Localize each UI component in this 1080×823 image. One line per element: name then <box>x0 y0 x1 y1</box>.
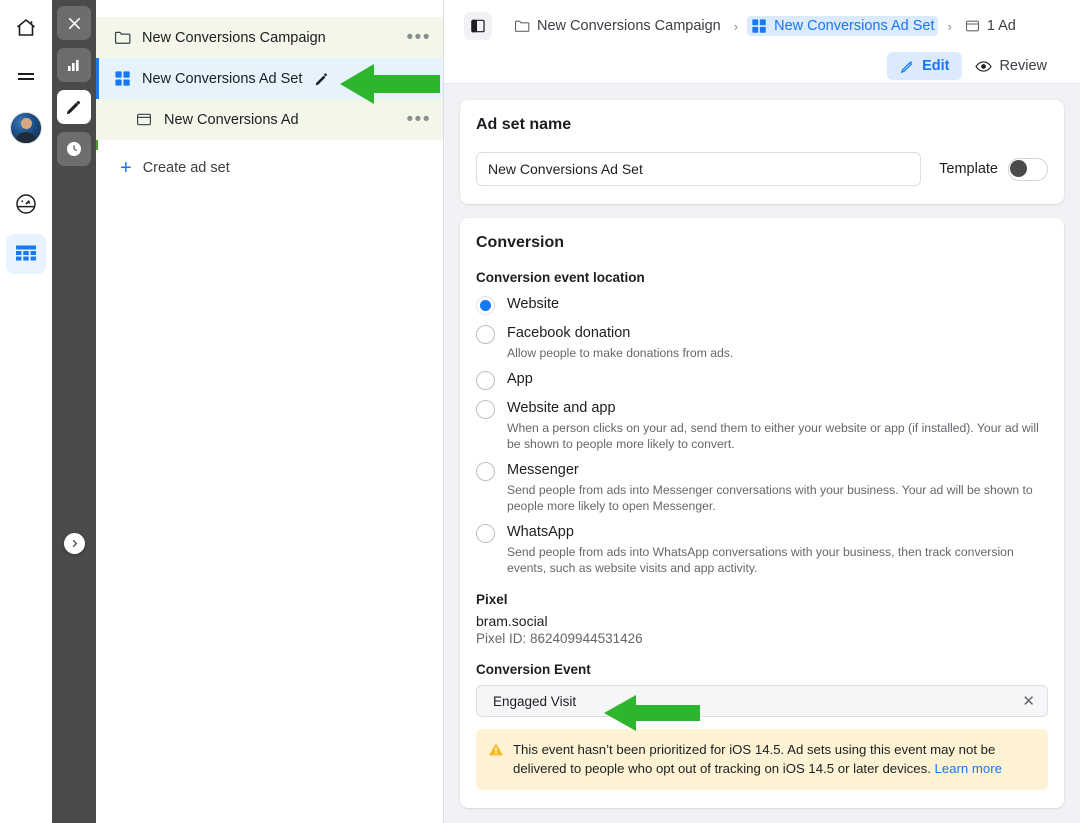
radio-option-messenger[interactable]: Messenger Send people from ads into Mess… <box>476 461 1048 514</box>
tree-label-ad: New Conversions Ad <box>164 111 299 128</box>
close-icon[interactable]: ✕ <box>1022 694 1035 709</box>
folder-icon <box>112 30 132 45</box>
learn-more-link[interactable]: Learn more <box>935 761 1002 776</box>
app-root: New Conversions Campaign ••• New Convers… <box>0 0 1080 823</box>
dashboard-icon[interactable] <box>6 184 46 224</box>
campaign-tree-panel: New Conversions Campaign ••• New Convers… <box>96 0 444 823</box>
pencil-icon[interactable] <box>57 90 91 124</box>
menu-icon[interactable] <box>6 58 46 98</box>
template-label: Template <box>939 161 998 177</box>
expand-panel-button[interactable] <box>64 533 85 554</box>
warning-text: This event hasn’t been prioritized for i… <box>513 742 996 776</box>
radio-label: Website and app <box>507 400 616 416</box>
plus-icon: + <box>120 157 132 179</box>
pencil-icon <box>900 60 913 73</box>
clock-icon[interactable] <box>57 132 91 166</box>
tree-row-ad[interactable]: New Conversions Ad ••• <box>96 99 443 140</box>
grid-table-icon[interactable] <box>6 234 46 274</box>
template-toggle-group: Template <box>939 157 1048 181</box>
review-button[interactable]: Review <box>962 52 1060 80</box>
pixel-id: Pixel ID: 862409944531426 <box>476 631 643 646</box>
breadcrumb-label-adset: New Conversions Ad Set <box>774 18 935 34</box>
breadcrumb: New Conversions Campaign › New Conversio… <box>464 0 1060 48</box>
settings-scroll-area[interactable]: Ad set name Template Conversion Conversi… <box>444 84 1080 823</box>
radio-button[interactable] <box>476 400 495 419</box>
conversion-event-field[interactable]: Engaged Visit ✕ <box>476 685 1048 717</box>
conversion-event-label: Conversion Event <box>476 662 591 677</box>
folder-icon <box>514 19 530 33</box>
tree-row-adset[interactable]: New Conversions Ad Set <box>96 58 443 99</box>
radio-label: Messenger <box>507 462 579 478</box>
radio-label: Facebook donation <box>507 325 631 341</box>
tree-row-campaign[interactable]: New Conversions Campaign ••• <box>96 17 443 58</box>
eye-icon <box>975 60 993 72</box>
radio-label: App <box>507 371 533 387</box>
radio-option-facebook-donation[interactable]: Facebook donation Allow people to make d… <box>476 324 1048 361</box>
radio-option-whatsapp[interactable]: WhatsApp Send people from ads into Whats… <box>476 523 1048 576</box>
breadcrumb-separator-2: › <box>947 18 952 34</box>
toggle-knob <box>1010 159 1027 177</box>
radio-button[interactable] <box>476 371 495 390</box>
top-bar: New Conversions Campaign › New Conversio… <box>444 0 1080 84</box>
breadcrumb-label-ads: 1 Ad <box>986 18 1016 34</box>
breadcrumb-label-campaign: New Conversions Campaign <box>537 18 721 34</box>
radio-label: Website <box>507 296 560 312</box>
breadcrumb-item-ads[interactable]: 1 Ad <box>961 16 1020 36</box>
radio-description: When a person clicks on your ad, send th… <box>507 421 1039 451</box>
template-toggle[interactable] <box>1008 157 1048 181</box>
home-icon[interactable] <box>6 8 46 48</box>
ad-card-icon <box>134 112 154 127</box>
radio-label: WhatsApp <box>507 524 574 540</box>
dark-tool-rail <box>52 0 96 823</box>
radio-option-website-and-app[interactable]: Website and app When a person clicks on … <box>476 399 1048 452</box>
pixel-block: Pixel bram.social Pixel ID: 862409944531… <box>476 592 1048 646</box>
tree-label-adset: New Conversions Ad Set <box>142 70 303 87</box>
avatar[interactable] <box>6 108 46 148</box>
warning-triangle-icon <box>488 743 504 756</box>
ad-row-menu-icon[interactable]: ••• <box>407 110 431 129</box>
tree-label-campaign: New Conversions Campaign <box>142 29 326 46</box>
radio-button[interactable] <box>476 325 495 344</box>
edit-label: Edit <box>922 58 950 74</box>
radio-description: Allow people to make donations from ads. <box>507 346 734 360</box>
breadcrumb-separator: › <box>733 18 739 34</box>
close-icon[interactable] <box>57 6 91 40</box>
conversion-event-value: Engaged Visit <box>493 693 577 709</box>
panel-toggle-icon[interactable] <box>464 12 492 40</box>
grid-four-icon <box>112 70 132 87</box>
ad-card-icon <box>965 19 980 33</box>
ad-set-name-card: Ad set name Template <box>460 100 1064 204</box>
ad-set-name-input[interactable] <box>476 152 922 186</box>
bar-chart-icon[interactable] <box>57 48 91 82</box>
review-label: Review <box>999 58 1047 74</box>
warning-text-block: This event hasn’t been prioritized for i… <box>513 740 1034 778</box>
conversion-event-location-label: Conversion event location <box>476 270 645 285</box>
ios-warning-banner: This event hasn’t been prioritized for i… <box>476 729 1048 790</box>
radio-button[interactable] <box>476 524 495 543</box>
radio-option-website[interactable]: Website <box>476 295 1048 315</box>
grid-four-icon <box>751 18 767 34</box>
breadcrumb-item-campaign[interactable]: New Conversions Campaign <box>510 16 725 36</box>
conversion-card: Conversion Conversion event location Web… <box>460 218 1064 808</box>
pixel-name: bram.social <box>476 613 548 629</box>
breadcrumb-item-adset[interactable]: New Conversions Ad Set <box>747 16 939 36</box>
edit-button[interactable]: Edit <box>887 52 963 80</box>
radio-option-app[interactable]: App <box>476 370 1048 390</box>
ad-set-name-title: Ad set name <box>476 116 572 133</box>
action-buttons: Edit Review <box>464 48 1060 84</box>
create-ad-set-button[interactable]: + Create ad set <box>96 158 443 178</box>
radio-description: Send people from ads into Messenger conv… <box>507 483 1033 513</box>
radio-button[interactable] <box>476 296 495 315</box>
left-icon-rail <box>0 0 52 823</box>
radio-button[interactable] <box>476 462 495 481</box>
main-content: New Conversions Campaign › New Conversio… <box>444 0 1080 823</box>
conversion-title: Conversion <box>476 234 565 251</box>
create-ad-set-label: Create ad set <box>142 160 230 176</box>
rename-adset-pencil-icon[interactable] <box>314 71 330 87</box>
pixel-label: Pixel <box>476 592 508 607</box>
radio-description: Send people from ads into WhatsApp conve… <box>507 545 1014 575</box>
campaign-row-menu-icon[interactable]: ••• <box>407 28 431 47</box>
